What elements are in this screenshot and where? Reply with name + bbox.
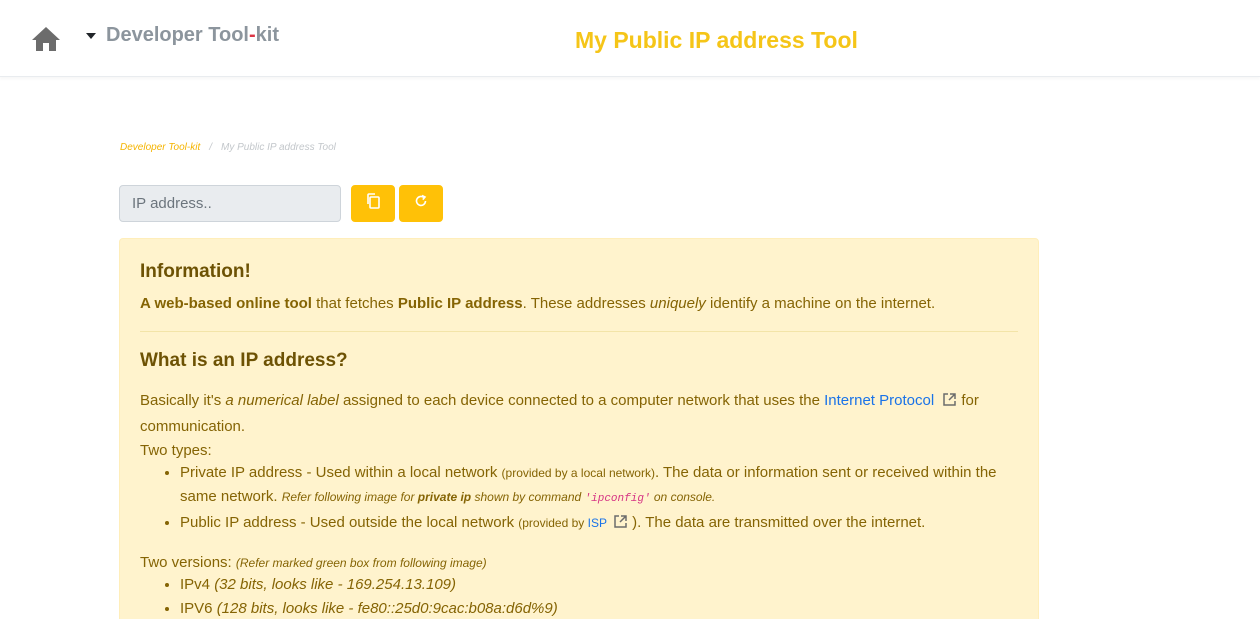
def-italic: a numerical label — [225, 392, 339, 409]
copy-icon — [365, 192, 381, 215]
list-item: IPv4 (32 bits, looks like - 169.254.13.1… — [180, 573, 1018, 597]
versions-label: Two versions: — [140, 554, 236, 571]
info-alert: Information! A web-based online tool tha… — [119, 238, 1039, 619]
types-label: Two types: — [140, 442, 212, 459]
divider — [140, 331, 1018, 332]
desc-text-3: identify a machine on the internet. — [705, 295, 936, 312]
page-title: My Public IP address Tool — [575, 27, 858, 53]
ipv4-detail: (32 bits, looks like - 169.254.13.109) — [214, 576, 456, 593]
ip-types-list: Private IP address - Used within a local… — [140, 461, 1018, 537]
type1-refer: Refer following image for — [281, 490, 418, 504]
breadcrumb-separator: / — [209, 142, 213, 153]
list-item: Public IP address - Used outside the loc… — [180, 511, 1018, 537]
ip-address-input[interactable] — [119, 185, 341, 222]
def-text-1: Basically it's — [140, 392, 226, 409]
copy-button[interactable] — [351, 185, 395, 222]
def-text-2: assigned to each device connected to a c… — [338, 392, 825, 409]
versions-note: (Refer marked green box from following i… — [235, 556, 487, 570]
ip-definition: Basically it's a numerical label assigne… — [140, 389, 1018, 463]
refresh-button[interactable] — [399, 185, 443, 222]
brand-dropdown[interactable]: Developer Tool - kit — [86, 24, 279, 47]
versions-label-row: Two versions: (Refer marked green box fr… — [140, 551, 487, 575]
type1-note: (provided by a local network) — [501, 466, 655, 480]
desc-bold-1: A web-based online tool — [140, 295, 312, 312]
type2-text: Public IP address - Used outside the loc… — [180, 514, 519, 531]
navbar: Developer Tool - kit My Public IP address … — [0, 0, 1260, 77]
type1-text: Private IP address - Used within a local… — [180, 464, 502, 481]
external-link-icon[interactable] — [613, 513, 628, 537]
brand-dash: - — [249, 24, 256, 46]
breadcrumb: Developer Tool-kit / My Public IP addres… — [120, 142, 336, 153]
type2-note: (provided by — [518, 516, 588, 530]
ip-heading: What is an IP address? — [140, 350, 348, 371]
ipv4-label: IPv4 — [180, 576, 215, 593]
isp-link[interactable]: ISP — [588, 516, 607, 530]
type2-close: ) — [627, 514, 638, 531]
type1-shown: shown by command — [471, 490, 585, 504]
ipv6-label: IPV6 — [180, 600, 217, 617]
ipv6-detail: (128 bits, looks like - fe80::25d0:9cac:… — [216, 600, 558, 617]
desc-bold-2: Public IP address — [397, 295, 523, 312]
refresh-icon — [414, 194, 428, 213]
desc-text-2: . These addresses — [522, 295, 650, 312]
ip-versions-list: IPv4 (32 bits, looks like - 169.254.13.1… — [140, 573, 1018, 619]
ipconfig-code: 'ipconfig' — [584, 493, 651, 505]
caret-down-icon — [86, 32, 96, 39]
external-link-icon[interactable] — [942, 391, 957, 415]
desc-italic: uniquely — [649, 295, 706, 312]
list-item: Private IP address - Used within a local… — [180, 461, 1018, 511]
breadcrumb-current: My Public IP address Tool — [221, 142, 336, 153]
home-icon[interactable] — [30, 24, 62, 54]
list-item: IPV6 (128 bits, looks like - fe80::25d0:… — [180, 597, 1018, 619]
breadcrumb-home-link[interactable]: Developer Tool-kit — [120, 142, 200, 153]
brand-text-right: kit — [255, 24, 280, 46]
brand-text-left: Developer Tool — [106, 24, 249, 46]
type2-text-2: . The data are transmitted over the inte… — [637, 514, 926, 531]
desc-text-1: that fetches — [311, 295, 398, 312]
info-heading: Information! — [140, 261, 251, 282]
info-description: A web-based online tool that fetches Pub… — [140, 295, 935, 312]
type1-private-ip: private ip — [417, 490, 472, 504]
internet-protocol-link[interactable]: Internet Protocol — [824, 392, 934, 409]
type1-console: on console. — [650, 490, 716, 504]
